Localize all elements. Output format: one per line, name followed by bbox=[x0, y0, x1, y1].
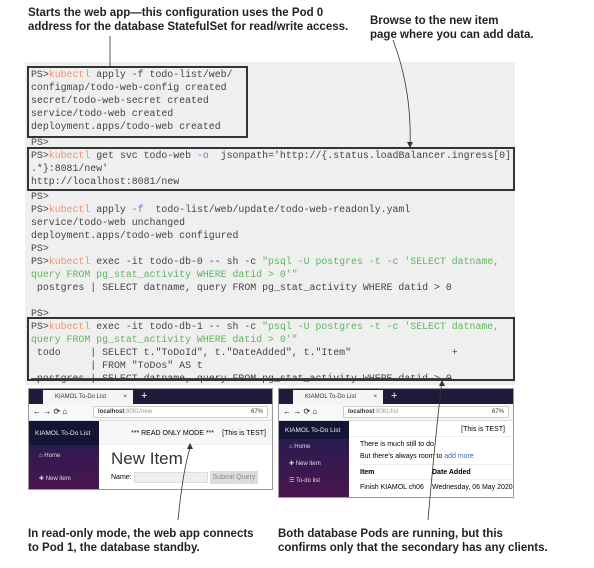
callout-arrows bbox=[109, 36, 445, 521]
arrow-head bbox=[439, 380, 445, 386]
arrow-head bbox=[187, 443, 193, 449]
arrow-line bbox=[392, 39, 411, 147]
arrow-line bbox=[427, 379, 443, 521]
arrow-line bbox=[177, 447, 191, 521]
arrow-head bbox=[407, 142, 413, 148]
